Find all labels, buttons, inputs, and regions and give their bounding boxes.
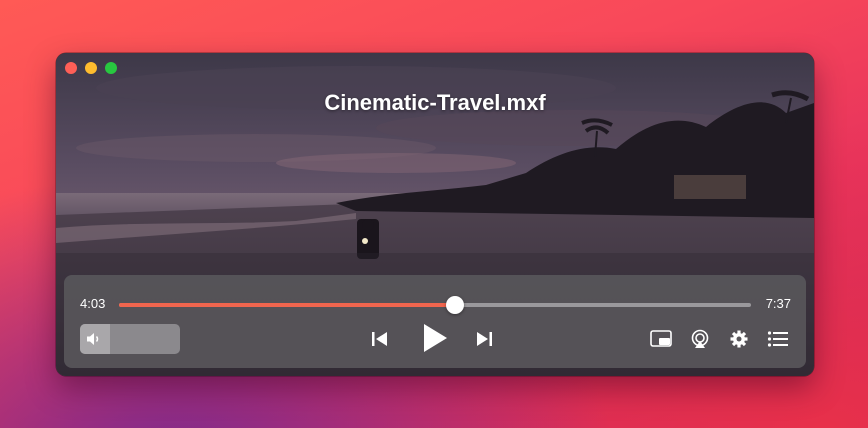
close-button[interactable] [65, 62, 77, 74]
total-time: 7:37 [765, 296, 791, 311]
seek-bar[interactable] [119, 296, 751, 314]
seek-bar-progress [119, 303, 456, 307]
minimize-button[interactable] [85, 62, 97, 74]
current-time: 4:03 [80, 296, 106, 311]
skip-previous-icon[interactable] [370, 329, 390, 349]
volume-slider[interactable] [80, 324, 180, 354]
seek-knob[interactable] [446, 296, 465, 314]
video-title: Cinematic-Travel.mxf [324, 90, 546, 115]
player-window: Cinematic-Travel.mxf 4:03 7:37 [56, 53, 814, 376]
control-bar: 4:03 7:37 [64, 275, 806, 368]
skip-next-icon[interactable] [474, 329, 494, 349]
gear-icon[interactable] [729, 329, 749, 349]
play-icon[interactable] [420, 322, 450, 354]
speaker-icon [87, 333, 99, 345]
airplay-icon[interactable] [690, 329, 710, 349]
list-icon[interactable] [767, 330, 789, 348]
picture-in-picture-icon[interactable] [650, 330, 672, 348]
window-controls [65, 62, 117, 74]
zoom-button[interactable] [105, 62, 117, 74]
